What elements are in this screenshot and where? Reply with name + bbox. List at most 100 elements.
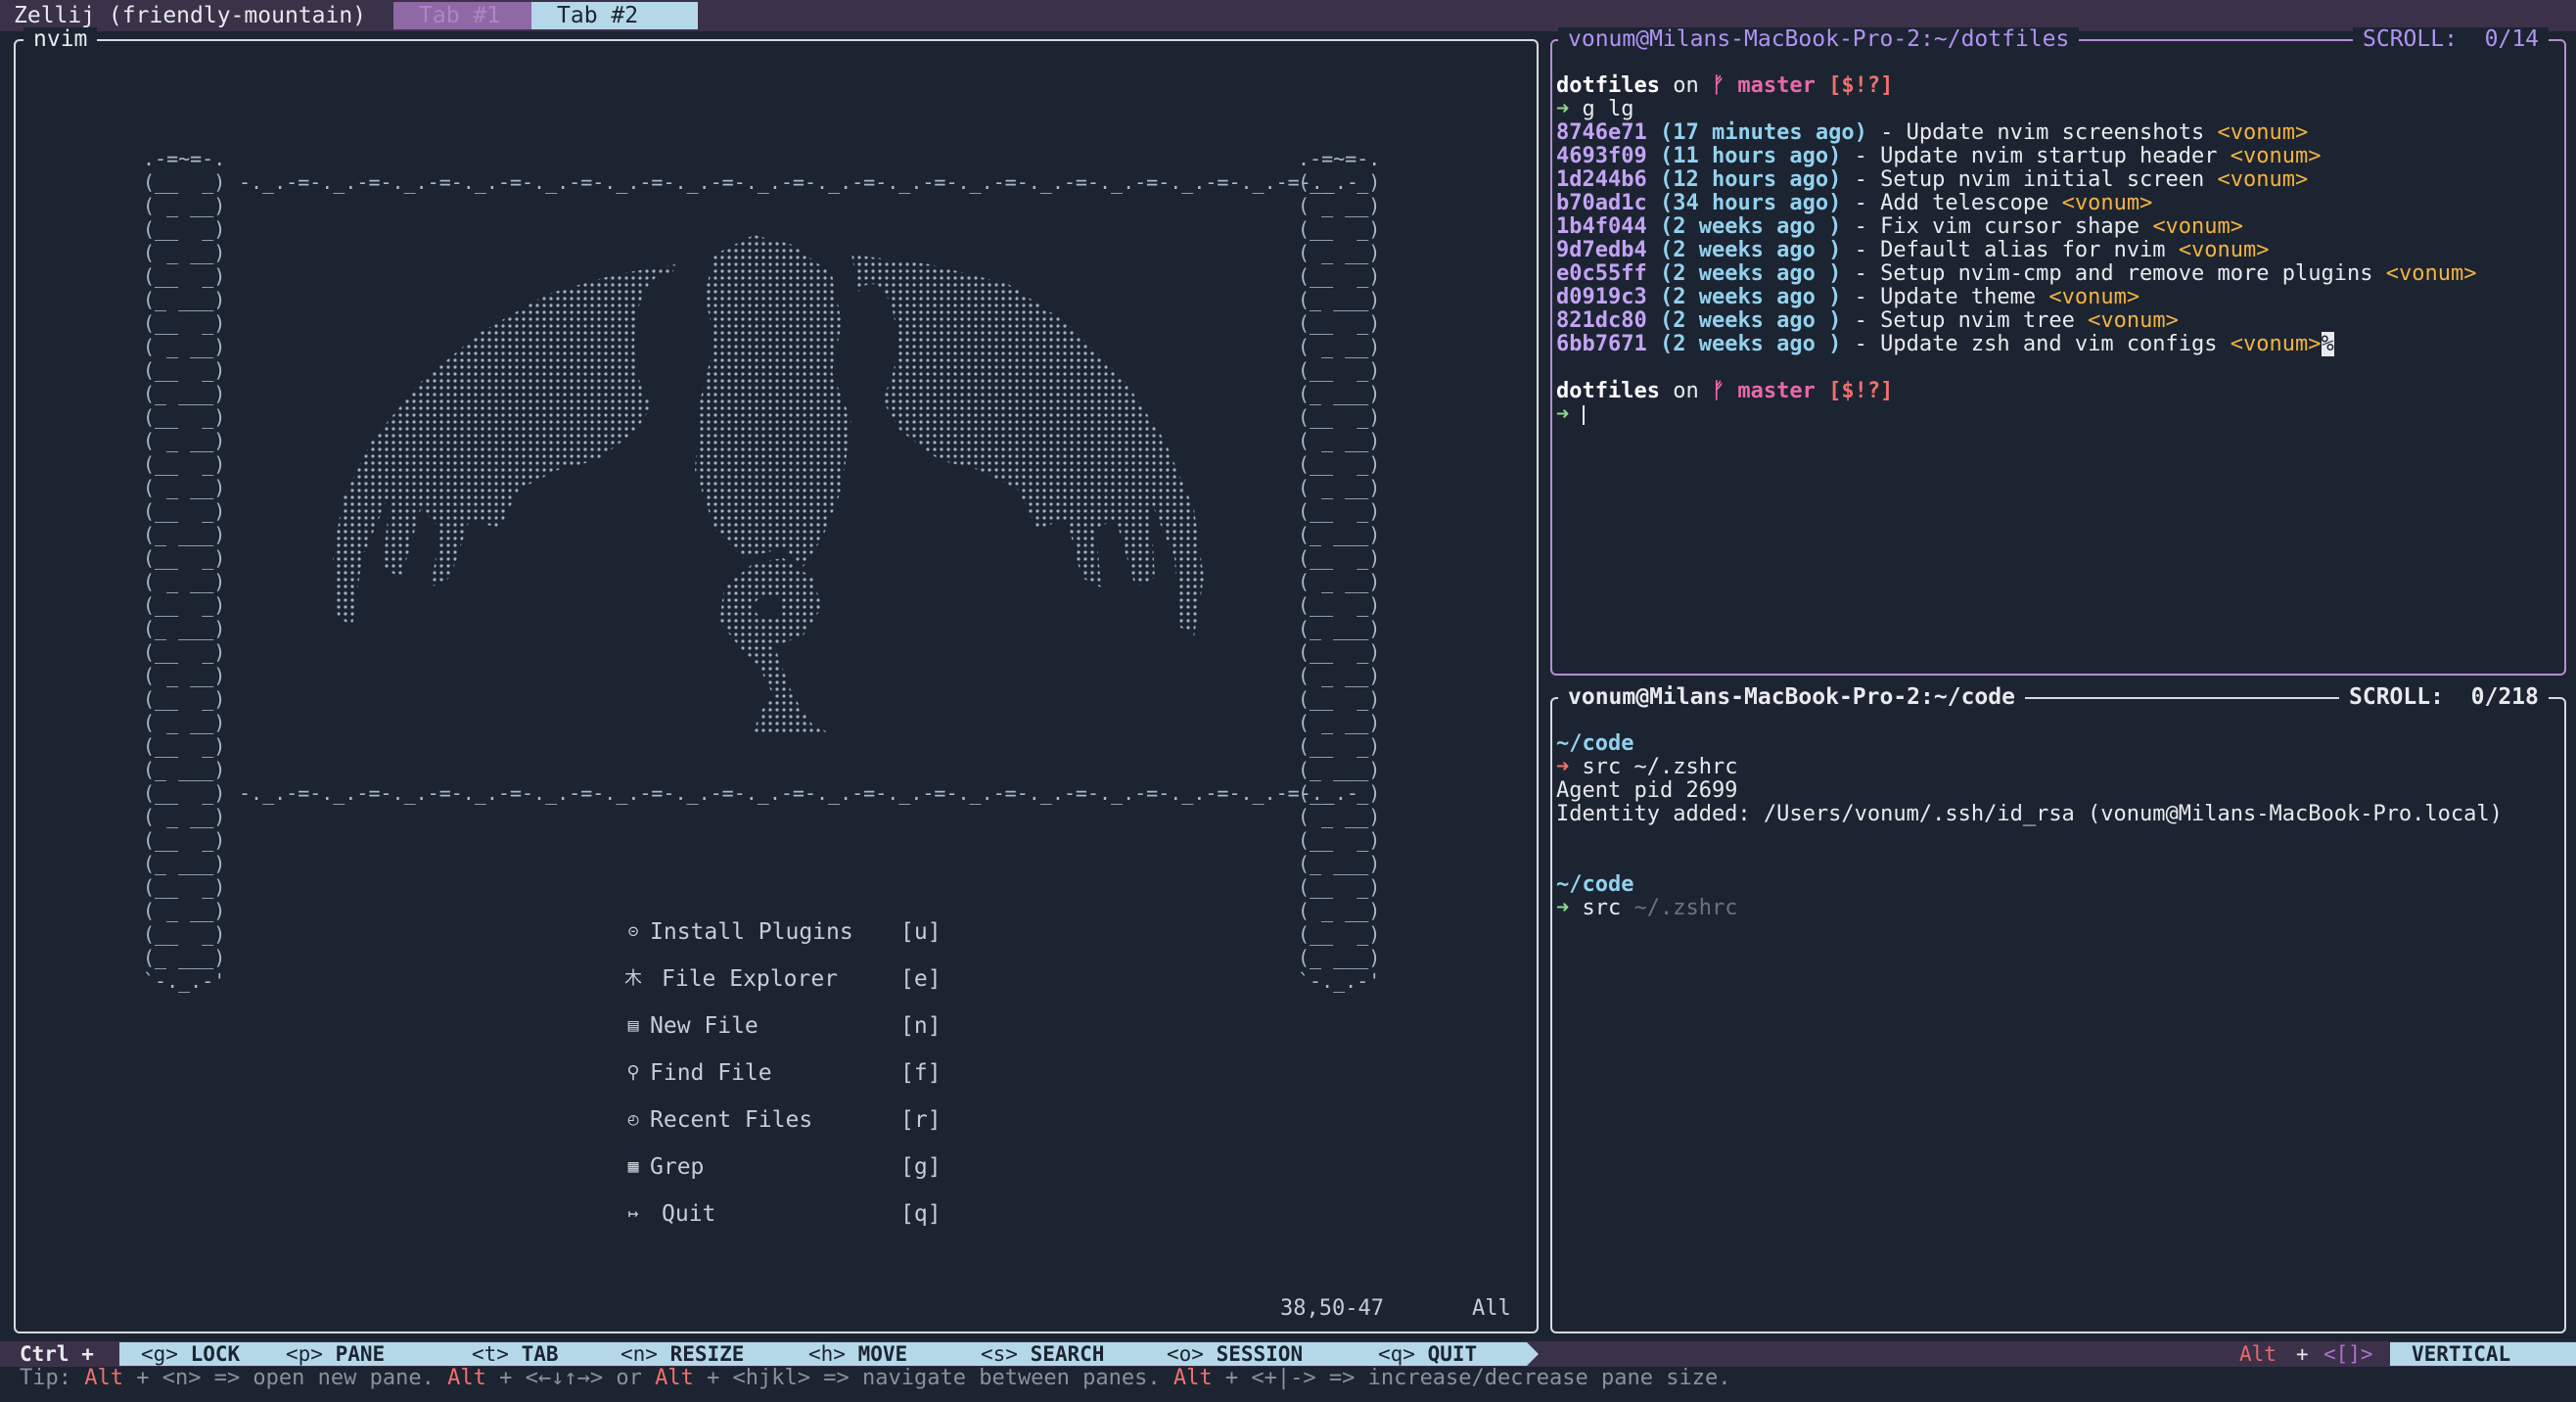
code-scroll-indicator: SCROLL: 0/218: [2339, 685, 2549, 709]
commit-hash: 1d244b6: [1556, 167, 1647, 192]
nvim-pane-title: nvim: [23, 27, 98, 51]
menu-item-quit[interactable]: ↦ Quit [q]: [622, 1199, 945, 1229]
prompt-arrow-icon: ➜: [1556, 896, 1570, 920]
commit-hash: 8746e71: [1556, 120, 1647, 145]
command-line: ➜ g lg: [1556, 97, 1634, 121]
commit-author: <vonum>: [2152, 214, 2244, 239]
command-line[interactable]: ➜ src ~/.zshrc: [1556, 897, 1737, 920]
commit-time: (11 hours ago): [1659, 144, 1842, 168]
commit-message: Update nvim screenshots: [1906, 120, 2205, 145]
nvim-cursor-position: 38,50-47: [1280, 1296, 1384, 1321]
commit-hash: 9d7edb4: [1556, 238, 1647, 262]
command-line[interactable]: ➜: [1556, 403, 1585, 427]
text-cursor: [1582, 405, 1585, 425]
commit-row: d0919c3 (2 weeks ago ) - Update theme <v…: [1556, 285, 2140, 309]
nvim-scroll-position: All: [1472, 1296, 1511, 1321]
menu-item-label: Find File: [650, 1060, 772, 1086]
commit-message: Fix vim cursor shape: [1880, 214, 2140, 239]
file-icon: ▤: [627, 1015, 639, 1036]
commit-message: Setup nvim tree: [1880, 308, 2075, 333]
commit-author: <vonum>: [2217, 167, 2309, 192]
menu-item-shortcut: [r]: [900, 1107, 942, 1133]
git-branch-icon: ᚠ: [1711, 379, 1725, 403]
search-icon: ⚲: [626, 1062, 640, 1083]
session-title: Zellij (friendly-mountain): [14, 3, 367, 28]
commit-hash: 6bb7671: [1556, 332, 1647, 356]
menu-item-label: Recent Files: [650, 1107, 813, 1133]
commit-row: 1d244b6 (12 hours ago) - Setup nvim init…: [1556, 167, 2309, 192]
prompt-dir: ~/code: [1556, 731, 1634, 756]
keybind-session[interactable]: <o> SESSION: [1145, 1342, 1384, 1366]
commit-message: Default alias for nvim: [1880, 238, 2166, 262]
commit-time: (2 weeks ago ): [1659, 238, 1842, 262]
keybind-quit[interactable]: <q> QUIT: [1357, 1342, 1527, 1366]
exit-icon: ↦: [627, 1203, 639, 1224]
commit-author: <vonum>: [2230, 332, 2322, 356]
grep-icon: ▦: [627, 1156, 639, 1177]
menu-item-file-explorer[interactable]: 木 File Explorer [e]: [622, 964, 945, 994]
commit-time: (2 weeks ago ): [1659, 285, 1842, 309]
commit-message: Setup nvim initial screen: [1880, 167, 2205, 192]
status-alt-label: Alt: [2239, 1342, 2277, 1366]
commit-author: <vonum>: [2385, 261, 2477, 286]
autosuggestion: ~/.zshrc: [1621, 896, 1738, 920]
commit-row: e0c55ff (2 weeks ago ) - Setup nvim-cmp …: [1556, 261, 2477, 286]
status-prefix: Ctrl +: [20, 1342, 94, 1366]
tip-line: Tip: Alt + <n> => open new pane. Alt + <…: [20, 1366, 1731, 1390]
commit-hash: e0c55ff: [1556, 261, 1647, 286]
tab-arrow-icon: [659, 2, 672, 29]
menu-item-shortcut: [g]: [900, 1154, 942, 1180]
output-line: Identity added: /Users/vonum/.ssh/id_rsa…: [1556, 802, 2503, 826]
menu-item-label: Install Plugins: [650, 919, 853, 945]
git-branch-icon: ᚠ: [1711, 73, 1725, 98]
commit-row: b70ad1c (34 hours ago) - Add telescope <…: [1556, 191, 2153, 215]
dragon-art-icon: [333, 235, 1204, 734]
menu-item-shortcut: [f]: [900, 1060, 942, 1086]
commit-author: <vonum>: [2048, 285, 2140, 309]
menu-item-shortcut: [e]: [900, 966, 942, 992]
commit-hash: 821dc80: [1556, 308, 1647, 333]
commit-message: Add telescope: [1880, 191, 2049, 215]
commit-author: <vonum>: [2217, 120, 2309, 145]
menu-item-find-file[interactable]: ⚲ Find File [f]: [622, 1058, 945, 1088]
commit-time: (17 minutes ago): [1659, 120, 1867, 145]
history-icon: ◴: [627, 1109, 639, 1130]
menu-item-recent-files[interactable]: ◴ Recent Files [r]: [622, 1105, 945, 1135]
menu-item-install-plugins[interactable]: ⊝ Install Plugins [u]: [622, 917, 945, 947]
prompt-arrow-icon: ➜: [1556, 755, 1570, 779]
commit-time: (2 weeks ago ): [1659, 261, 1842, 286]
commit-row: 4693f09 (11 hours ago) - Update nvim sta…: [1556, 144, 2322, 168]
prompt-arrow-icon: ➜: [1556, 97, 1570, 121]
commit-hash: b70ad1c: [1556, 191, 1647, 215]
commit-message: Update nvim startup header: [1880, 144, 2218, 168]
commit-author: <vonum>: [2178, 238, 2270, 262]
keybind-search[interactable]: <s> SEARCH: [959, 1342, 1176, 1366]
menu-item-grep[interactable]: ▦ Grep [g]: [622, 1152, 945, 1182]
commit-message: Update theme: [1880, 285, 2037, 309]
commit-time: (12 hours ago): [1659, 167, 1842, 192]
menu-item-label: Quit: [662, 1201, 716, 1227]
commit-time: (2 weeks ago ): [1659, 308, 1842, 333]
commit-row: 1b4f044 (2 weeks ago ) - Fix vim cursor …: [1556, 214, 2244, 239]
prompt-line: dotfiles on ᚠ master [$!?]: [1556, 73, 1894, 98]
status-plus: +: [2296, 1342, 2309, 1366]
keybind-resize[interactable]: <n> RESIZE: [599, 1342, 818, 1366]
commit-time: (34 hours ago): [1659, 191, 1842, 215]
menu-item-shortcut: [u]: [900, 919, 942, 945]
code-pane-title: vonum@Milans-MacBook-Pro-2:~/code: [1558, 685, 2025, 709]
status-bracket-keys: <[]>: [2323, 1342, 2373, 1366]
mode-vertical-button[interactable]: VERTICAL: [2390, 1342, 2576, 1366]
dotfiles-pane-title: vonum@Milans-MacBook-Pro-2:~/dotfiles: [1558, 27, 2080, 51]
commit-hash: 1b4f044: [1556, 214, 1647, 239]
menu-item-new-file[interactable]: ▤ New File [n]: [622, 1011, 945, 1041]
commit-message: Update zsh and vim configs: [1880, 332, 2218, 356]
commit-row: 6bb7671 (2 weeks ago ) - Update zsh and …: [1556, 332, 2334, 356]
menu-item-shortcut: [q]: [900, 1201, 942, 1227]
commit-author: <vonum>: [2061, 191, 2153, 215]
end-marker: %: [2321, 332, 2334, 356]
commit-author: <vonum>: [2088, 308, 2179, 333]
keybind-arrow-icon: [1527, 1342, 1539, 1366]
keybind-pane[interactable]: <p> PANE: [264, 1342, 479, 1366]
menu-item-label: New File: [650, 1013, 759, 1039]
prompt-line: dotfiles on ᚠ master [$!?]: [1556, 379, 1894, 403]
